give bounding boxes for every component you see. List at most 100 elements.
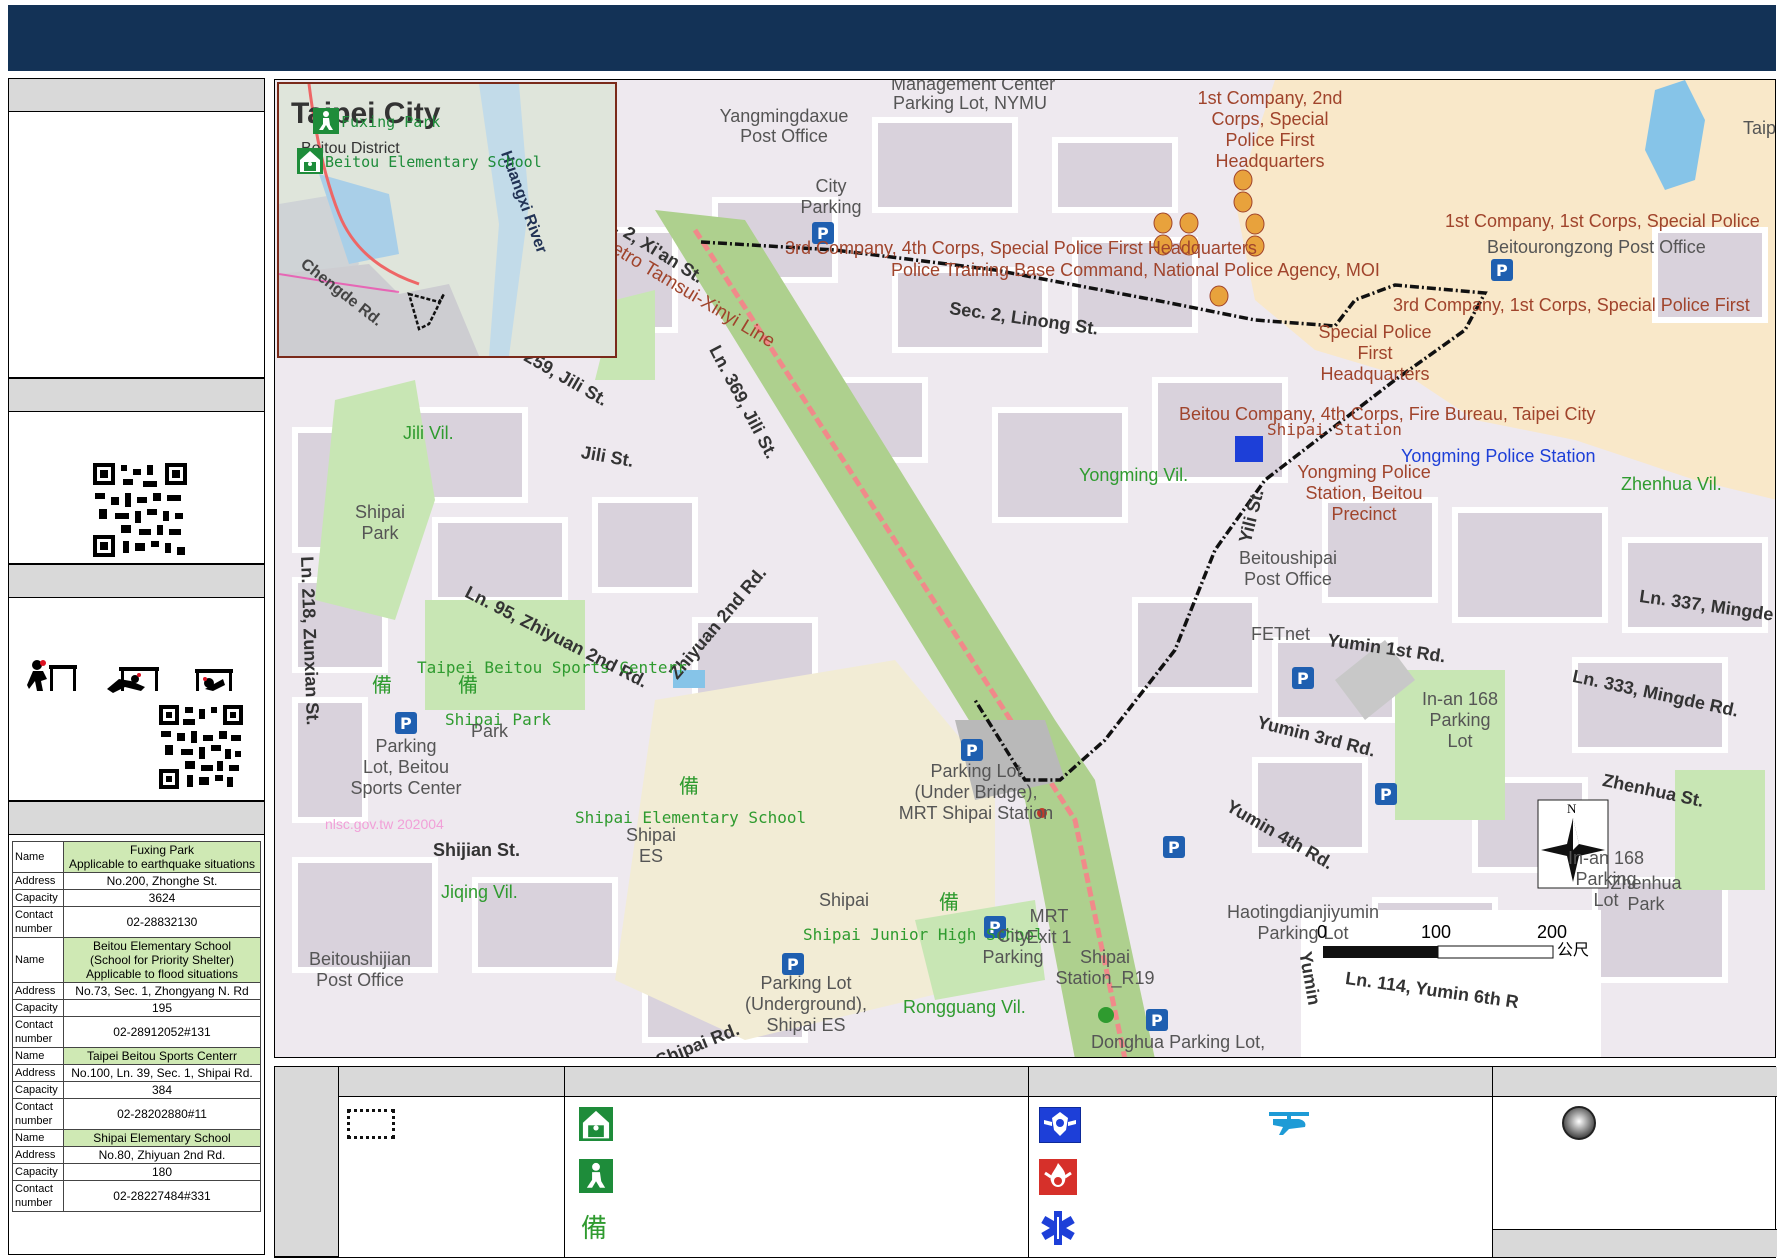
- table-key: Address: [12, 1064, 64, 1082]
- table-row: Address No.73, Sec. 1, Zhongyang N. Rd: [12, 982, 261, 1000]
- table-cell: No.73, Sec. 1, Zhongyang N. Rd: [63, 982, 261, 1000]
- map-label: Shipai: [354, 502, 406, 522]
- map-label: Parking Lot: [760, 973, 852, 993]
- map-label: Parking Lot: [930, 761, 1022, 781]
- map-label: Post Office: [316, 970, 404, 990]
- svg-text:P: P: [787, 955, 799, 974]
- legend-footer: [1493, 1229, 1777, 1257]
- compass-north-label: N: [1567, 801, 1577, 816]
- earthquake-shelter-icon: [579, 1159, 613, 1193]
- table-row: Address No.100, Ln. 39, Sec. 1, Shipai Rd…: [12, 1064, 261, 1082]
- drop-icon: [107, 667, 159, 693]
- map-label: Police Training Base Command, National P…: [891, 260, 1380, 280]
- legend-col-area: [339, 1097, 565, 1257]
- table-key: Name: [12, 841, 64, 873]
- map-label: 1st Company, 1st Corps, Special Police: [1445, 211, 1760, 231]
- map-label: Taip: [1743, 118, 1776, 138]
- legend-header-other: [1493, 1067, 1777, 1097]
- table-key: Name: [12, 937, 64, 983]
- table-key: Contact number: [12, 1180, 64, 1212]
- map-label: Station_R19: [1055, 968, 1155, 988]
- table-row: Capacity 3624: [12, 889, 261, 907]
- reserve-shelter-icon: 備: [372, 675, 392, 697]
- map-label: (Underground),: [744, 994, 868, 1014]
- police-icon: [1039, 1107, 1081, 1143]
- table-cell: 02-28227484#331: [63, 1180, 261, 1212]
- scale-tick: 0: [1317, 922, 1328, 942]
- map-label: Lot, Beitou: [362, 757, 450, 777]
- info-panel: [8, 78, 265, 378]
- inset-map[interactable]: Taipei City Beitou District Huangxi Rive…: [277, 82, 617, 358]
- earthquake-shelter-icon: [313, 108, 339, 134]
- map-label: MRT: [1029, 906, 1069, 926]
- svg-text:P: P: [400, 714, 412, 733]
- table-row: Capacity 195: [12, 999, 261, 1017]
- legend-col-shelter: 備: [565, 1097, 1029, 1257]
- map-label: Shipai: [625, 825, 677, 845]
- flood-shelter-icon: [579, 1107, 613, 1141]
- map-label: Zhenhua: [1610, 873, 1682, 893]
- table-cell: 02-28832130: [63, 906, 261, 938]
- safety-panel-header: [9, 565, 264, 598]
- table-key: Address: [12, 1146, 64, 1164]
- map-label: Parking: [375, 736, 437, 756]
- svg-text:P: P: [966, 741, 978, 760]
- table-cell: Shipai Elementary School: [63, 1129, 261, 1147]
- safety-qr-code[interactable]: [159, 705, 243, 789]
- map-label: Headquarters: [1320, 364, 1430, 384]
- info-panel-header: [9, 79, 264, 112]
- table-row: Name Taipei Beitou Sports Centerr: [12, 1047, 261, 1065]
- header-banner: [8, 5, 1776, 71]
- table-cell: 3624: [63, 889, 261, 907]
- reserve-shelter-icon: 備: [939, 892, 959, 914]
- svg-text:P: P: [1297, 669, 1309, 688]
- table-row: Contact number 02-28912052#131: [12, 1016, 261, 1048]
- shelter-panel: Name Fuxing Park Applicable to earthquake …: [8, 801, 265, 1255]
- flood-shelter-icon: [297, 148, 323, 174]
- table-key: Capacity: [12, 1163, 64, 1181]
- map-label: (Under Bridge),: [914, 782, 1038, 802]
- scale-unit: 公尺: [1557, 942, 1590, 959]
- map-label: Zhenhua Vil.: [1621, 474, 1722, 494]
- map-label: Shijian St.: [433, 840, 521, 860]
- table-key: Capacity: [12, 1081, 64, 1099]
- map-label: Station, Beitou: [1305, 483, 1423, 503]
- map-label: Sports Center: [350, 778, 462, 798]
- table-key: Address: [12, 872, 64, 890]
- table-cell: 02-28202880#11: [63, 1098, 261, 1130]
- table-key: Contact number: [12, 906, 64, 938]
- reserve-shelter-icon: 備: [581, 1213, 608, 1243]
- shelter-panel-header: [9, 802, 264, 835]
- map-label: Beitourongzong Post Office: [1487, 237, 1706, 257]
- table-cell: 180: [63, 1163, 261, 1181]
- map-watermark: nlsc.gov.tw 202004: [325, 816, 444, 832]
- map-label: Donghua Parking Lot,: [1091, 1032, 1266, 1052]
- main-map[interactable]: PPPP PPPP PP Management Center Parking L…: [274, 79, 1776, 1058]
- map-label: Park: [1627, 894, 1665, 914]
- map-label: FETnet: [1251, 624, 1311, 644]
- helicopter-icon: [1269, 1112, 1309, 1135]
- map-label: Rongguang Vil.: [903, 997, 1026, 1017]
- table-cell: 02-28912052#131: [63, 1016, 261, 1048]
- map-label: Shipai: [1079, 947, 1131, 967]
- table-row: Address No.200, Zhonghe St.: [12, 872, 261, 890]
- legend: 備: [274, 1066, 1777, 1258]
- map-label: First: [1357, 343, 1393, 363]
- qr-code[interactable]: [93, 463, 187, 557]
- table-row: Name Shipai Elementary School: [12, 1129, 261, 1147]
- table-key: Capacity: [12, 889, 64, 907]
- map-label: Beitoushipai: [1238, 548, 1338, 568]
- map-label: Lot: [1447, 731, 1473, 751]
- map-label: In-an 168: [1567, 848, 1645, 868]
- map-label: Parking Lot, NYMU: [893, 93, 1048, 113]
- table-cell: No.100, Ln. 39, Sec. 1, Shipai Rd.: [63, 1064, 261, 1082]
- map-label: Haotingdianjiyumin: [1226, 902, 1380, 922]
- table-cell: Fuxing Park Applicable to earthquake situ…: [63, 841, 261, 873]
- map-label: MRT Shipai Station: [898, 803, 1054, 823]
- qr-panel-header: [9, 379, 264, 412]
- table-row: Name Fuxing Park Applicable to earthquake …: [12, 841, 261, 873]
- table-cell: 384: [63, 1081, 261, 1099]
- map-label: Shipai Station: [1267, 420, 1402, 439]
- table-key: Capacity: [12, 999, 64, 1017]
- table-cell: Taipei Beitou Sports Centerr: [63, 1047, 261, 1065]
